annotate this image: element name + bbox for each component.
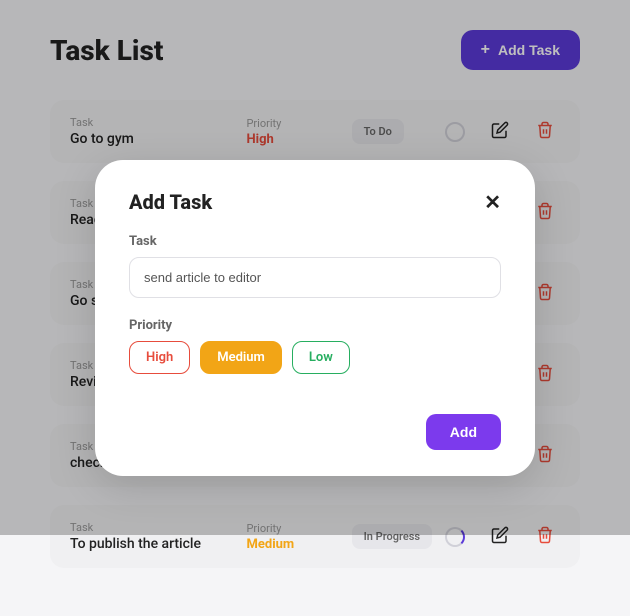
- task-name: To publish the article: [70, 536, 236, 552]
- task-priority: Medium: [246, 537, 341, 552]
- task-input[interactable]: [129, 257, 501, 298]
- add-submit-button[interactable]: Add: [426, 414, 501, 450]
- close-icon[interactable]: ✕: [484, 190, 501, 214]
- priority-option-high[interactable]: High: [129, 341, 190, 374]
- add-task-modal: Add Task ✕ Task Priority High Medium Low…: [95, 160, 535, 476]
- task-input-label: Task: [129, 234, 501, 249]
- priority-option-medium[interactable]: Medium: [200, 341, 282, 374]
- modal-title: Add Task: [129, 190, 212, 214]
- priority-option-low[interactable]: Low: [292, 341, 350, 374]
- priority-label: Priority: [129, 318, 501, 333]
